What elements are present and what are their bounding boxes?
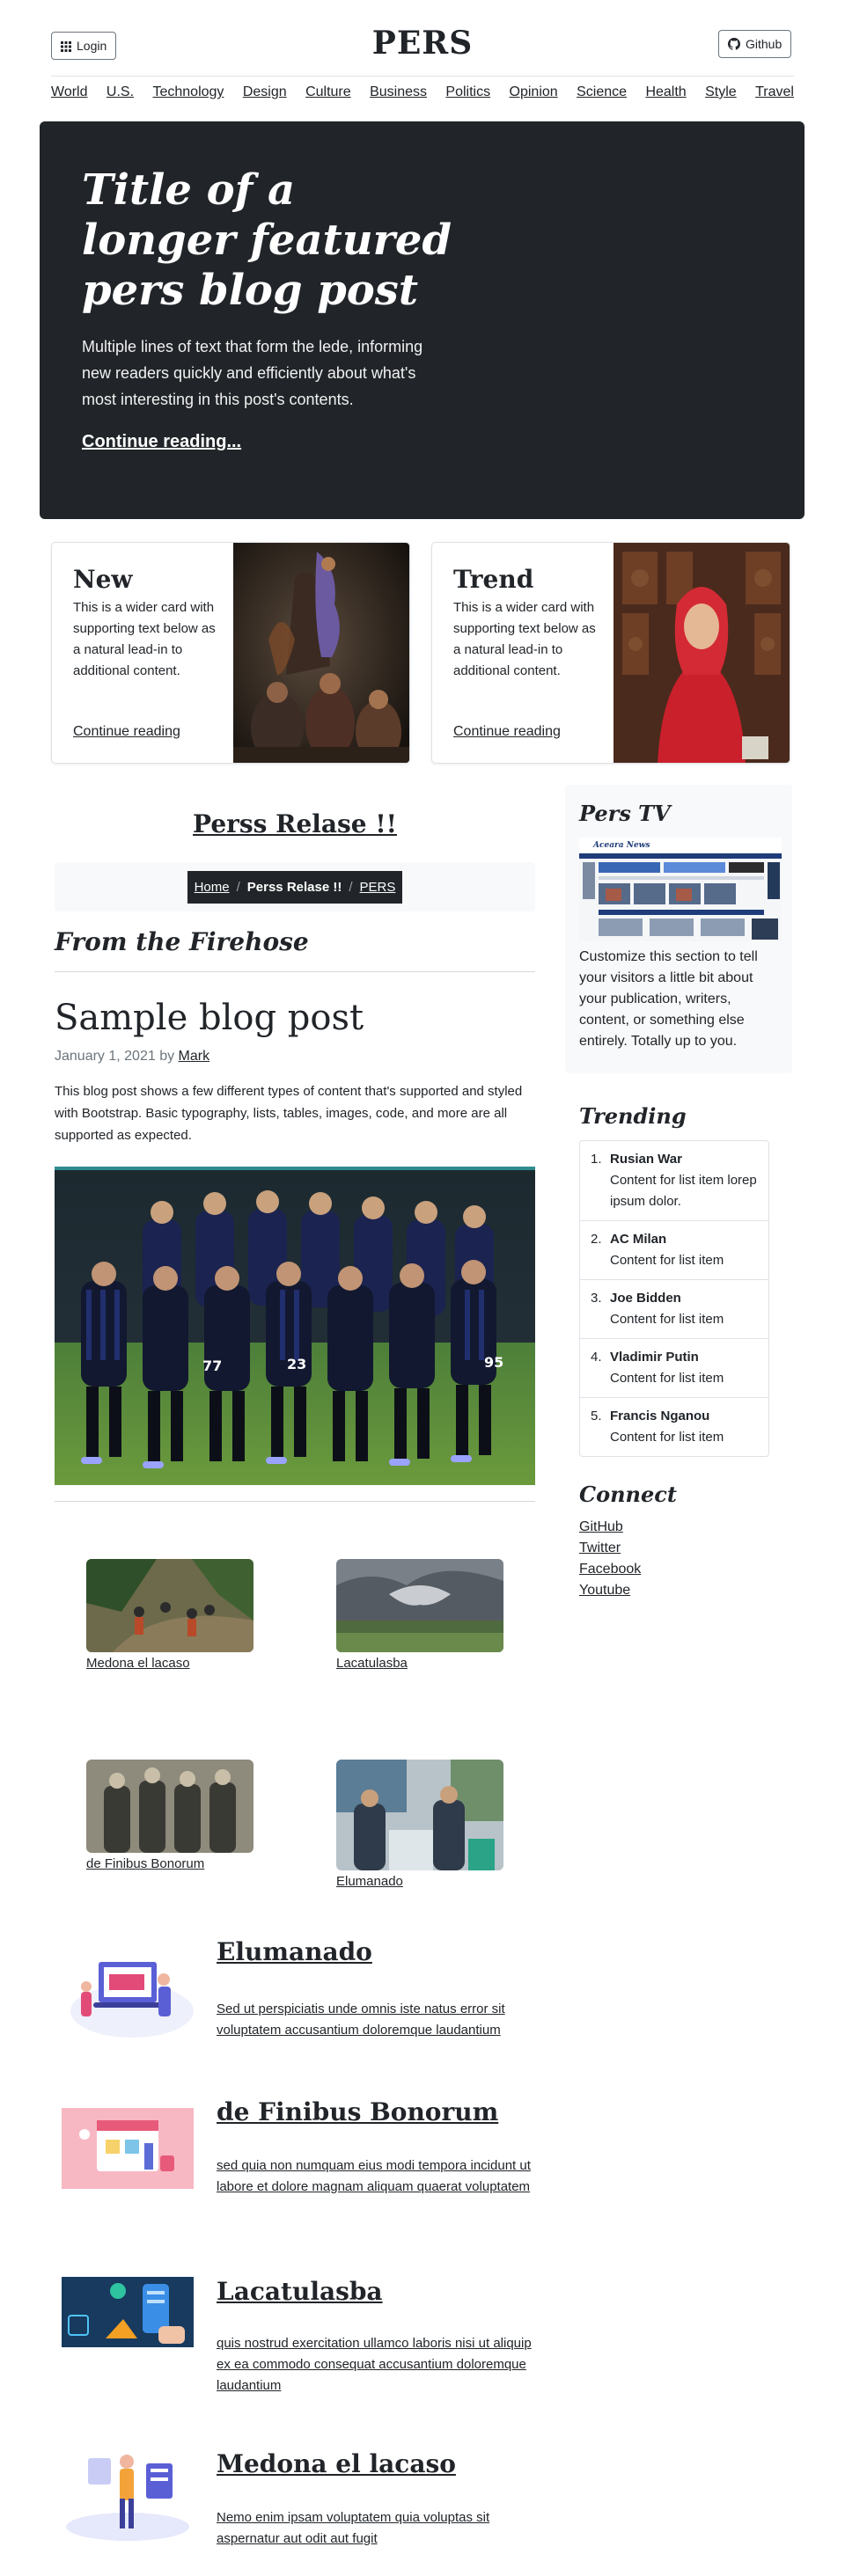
post-date: January 1, 2021 by bbox=[55, 1049, 175, 1064]
hero-banner: Title of a longer featured pers blog pos… bbox=[40, 121, 805, 519]
trending-item[interactable]: 2. AC Milan Content for list item bbox=[580, 1221, 768, 1280]
post-meta: January 1, 2021 by Mark bbox=[55, 1049, 209, 1065]
card-title: New bbox=[73, 565, 133, 594]
thumb-caption[interactable]: Medona el lacaso bbox=[86, 1656, 190, 1671]
breadcrumb-separator: / bbox=[236, 879, 240, 895]
team-photo: 77 23 95 bbox=[55, 1167, 535, 1485]
thumb-caption[interactable]: de Finibus Bonorum bbox=[86, 1856, 204, 1871]
article-image-mobile-app[interactable] bbox=[62, 2277, 194, 2347]
nav-item-style[interactable]: Style bbox=[705, 84, 737, 100]
article-summary[interactable]: sed quia non numquam eius modi tempora i… bbox=[217, 2155, 533, 2198]
thumb-image-elumanado[interactable] bbox=[336, 1760, 503, 1870]
nav-item-culture[interactable]: Culture bbox=[305, 84, 351, 100]
nav-item-us[interactable]: U.S. bbox=[107, 84, 134, 100]
card-continue-link[interactable]: Continue reading bbox=[453, 724, 561, 740]
trending-item[interactable]: 4. Vladimir Putin Content for list item bbox=[580, 1339, 768, 1398]
nav-item-design[interactable]: Design bbox=[243, 84, 287, 100]
article-image-shopping-list[interactable] bbox=[62, 2441, 194, 2543]
trending-item-title: AC Milan bbox=[610, 1232, 667, 1247]
card-continue-link[interactable]: Continue reading bbox=[73, 724, 180, 740]
post-body: This blog post shows a few different typ… bbox=[55, 1084, 523, 1143]
article-title[interactable]: de Finibus Bonorum bbox=[217, 2097, 498, 2126]
trending-item-title: Francis Nganou bbox=[610, 1409, 710, 1423]
nav-item-technology[interactable]: Technology bbox=[152, 84, 224, 100]
article-title[interactable]: Lacatulasba bbox=[217, 2277, 383, 2306]
nav-item-world[interactable]: World bbox=[51, 84, 88, 100]
post-title: Sample blog post bbox=[55, 998, 364, 1038]
article-summary[interactable]: Sed ut perspiciatis unde omnis iste natu… bbox=[217, 1999, 533, 2041]
jersey-number: 23 bbox=[287, 1356, 306, 1372]
nav-item-politics[interactable]: Politics bbox=[445, 84, 490, 100]
thumb-image-finibus[interactable] bbox=[86, 1760, 254, 1853]
breadcrumb-home[interactable]: Home bbox=[195, 880, 230, 895]
feature-card-trend: Trend This is a wider card with supporti… bbox=[431, 542, 790, 764]
hero-title: Title of a longer featured pers blog pos… bbox=[82, 165, 452, 315]
thumb-image-medona[interactable] bbox=[86, 1559, 254, 1652]
breadcrumb-current: Perss Relase !! bbox=[246, 879, 342, 895]
puppet-show-image bbox=[233, 543, 409, 763]
thumb-caption[interactable]: Lacatulasba bbox=[336, 1656, 408, 1671]
header-divider bbox=[51, 76, 794, 77]
trending-item-text: Content for list item lorep ipsum dolor. bbox=[610, 1173, 757, 1209]
pers-tv-screenshot[interactable]: Aceara News bbox=[579, 838, 782, 941]
thumb-caption[interactable]: Elumanado bbox=[336, 1874, 403, 1889]
hero-lede: Multiple lines of text that form the led… bbox=[82, 338, 423, 408]
nav-item-business[interactable]: Business bbox=[370, 84, 427, 100]
trending-item-text: Content for list item bbox=[610, 1371, 724, 1386]
pers-tv-title: Pers TV bbox=[579, 801, 671, 826]
trending-item[interactable]: 1. Rusian War Content for list item lorep … bbox=[580, 1141, 768, 1221]
article-summary[interactable]: quis nostrud exercitation ullamco labori… bbox=[217, 2333, 533, 2397]
github-icon bbox=[728, 38, 740, 50]
trending-item-title: Vladimir Putin bbox=[610, 1350, 699, 1365]
article-image-online-shop[interactable] bbox=[62, 1941, 194, 2043]
article-title[interactable]: Medona el lacaso bbox=[217, 2449, 456, 2478]
article-title[interactable]: Elumanado bbox=[217, 1937, 372, 1966]
github-button[interactable]: Github bbox=[718, 30, 792, 58]
trending-title: Trending bbox=[579, 1103, 687, 1129]
article-summary[interactable]: Nemo enim ipsam voluptatem quia voluptas… bbox=[217, 2507, 533, 2550]
speaker-portrait-image bbox=[614, 543, 790, 763]
divider bbox=[55, 971, 535, 972]
connect-link-twitter[interactable]: Twitter bbox=[579, 1538, 621, 1559]
card-text: This is a wider card with supporting tex… bbox=[73, 600, 216, 678]
trending-list: 1. Rusian War Content for list item lorep … bbox=[579, 1140, 769, 1457]
nav-item-science[interactable]: Science bbox=[577, 84, 627, 100]
trending-item[interactable]: 5. Francis Nganou Content for list item bbox=[580, 1398, 768, 1456]
connect-link-github[interactable]: GitHub bbox=[579, 1517, 623, 1538]
feature-card-new: New This is a wider card with supporting… bbox=[51, 542, 410, 764]
connect-link-youtube[interactable]: Youtube bbox=[579, 1580, 630, 1601]
connect-title: Connect bbox=[579, 1482, 677, 1507]
trending-item-text: Content for list item bbox=[610, 1312, 724, 1327]
jersey-number: 77 bbox=[202, 1358, 222, 1374]
firehose-heading: From the Firehose bbox=[55, 927, 309, 956]
nav-item-health[interactable]: Health bbox=[645, 84, 686, 100]
breadcrumb-pers[interactable]: PERS bbox=[360, 880, 396, 895]
breadcrumb: Home / Perss Relase !! / PERS bbox=[55, 862, 535, 911]
nav-item-travel[interactable]: Travel bbox=[755, 84, 794, 100]
jersey-number: 95 bbox=[484, 1354, 503, 1371]
tv-brand-label: Aceara News bbox=[592, 841, 650, 850]
card-title: Trend bbox=[453, 565, 534, 594]
trending-item-text: Content for list item bbox=[610, 1430, 724, 1445]
trending-item-title: Rusian War bbox=[610, 1152, 682, 1167]
post-author-link[interactable]: Mark bbox=[179, 1049, 210, 1064]
category-nav: World U.S. Technology Design Culture Bus… bbox=[51, 84, 794, 100]
card-text: This is a wider card with supporting tex… bbox=[453, 600, 596, 678]
section-title[interactable]: Perss Relase !! bbox=[55, 809, 535, 838]
trending-item-title: Joe Bidden bbox=[610, 1291, 681, 1306]
pers-tv-description: Customize this section to tell your visi… bbox=[579, 949, 758, 1049]
github-label: Github bbox=[746, 37, 783, 51]
divider bbox=[55, 1501, 535, 1502]
thumb-image-lacatulasba[interactable] bbox=[336, 1559, 503, 1652]
hero-continue-link[interactable]: Continue reading... bbox=[82, 432, 762, 452]
trending-item-text: Content for list item bbox=[610, 1253, 724, 1268]
breadcrumb-separator: / bbox=[349, 879, 353, 895]
trending-item[interactable]: 3. Joe Bidden Content for list item bbox=[580, 1280, 768, 1339]
nav-item-opinion[interactable]: Opinion bbox=[510, 84, 558, 100]
article-image-storefront[interactable] bbox=[62, 2108, 194, 2189]
connect-link-facebook[interactable]: Facebook bbox=[579, 1559, 641, 1580]
